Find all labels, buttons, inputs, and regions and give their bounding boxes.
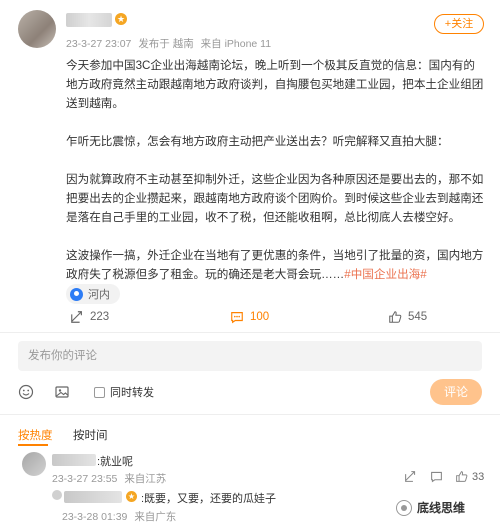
tab-by-time[interactable]: 按时间 xyxy=(73,427,108,443)
sub-comment-text: :既要，又要，还要的瓜娃子 xyxy=(141,493,277,505)
post-time[interactable]: 23-3-27 23:07 xyxy=(66,38,131,50)
action-bar: 223 100 545 xyxy=(0,310,500,328)
repost-checkbox[interactable] xyxy=(94,386,105,398)
reply-like-count: 33 xyxy=(472,471,485,483)
divider xyxy=(0,414,500,415)
reply-comment-icon[interactable] xyxy=(430,470,443,483)
comment-text: :就业呢 xyxy=(97,456,134,468)
sub-commenter-avatar[interactable] xyxy=(52,490,62,500)
comment-input[interactable] xyxy=(18,341,482,371)
emoji-icon[interactable] xyxy=(18,384,34,400)
comment-count: 100 xyxy=(250,311,270,323)
sub-comment-time: 23-3-28 01:39 xyxy=(62,511,128,523)
tab-by-hot[interactable]: 按热度 xyxy=(18,427,53,443)
post-meta: 23-3-27 23:07 发布于 越南 来自 iPhone 11 xyxy=(66,36,275,51)
repost-also-label: 同时转发 xyxy=(110,387,154,399)
post-location-meta: 发布于 越南 xyxy=(138,38,194,50)
commenter-name-blurred[interactable] xyxy=(52,454,96,466)
reply-repost-icon[interactable] xyxy=(404,470,417,483)
comment-meta: 23-3-27 23:55 来自江苏 xyxy=(52,471,170,486)
comment-button[interactable]: 100 xyxy=(230,310,269,324)
repost-count: 223 xyxy=(90,311,110,323)
author-avatar[interactable] xyxy=(18,10,56,48)
divider xyxy=(0,332,500,333)
post-paragraph: 乍听无比震惊，怎会有地方政府主动把产业送出去？听完解释又直拍大腿： xyxy=(66,135,449,148)
post-paragraph: 这波操作一搞，外迁企业在当地有了更优惠的条件，当地引了批量的资，国内地方政府失了… xyxy=(66,246,484,284)
post-paragraph: 今天参加中国3C企业出海越南论坛，晚上听到一个极其反直觉的信息：国内有的地方政府… xyxy=(66,59,484,110)
watermark: 底线思维 xyxy=(396,499,465,516)
vip-badge-icon: ★ xyxy=(115,13,127,25)
watermark-text: 底线思维 xyxy=(417,501,466,515)
thumbs-up-icon xyxy=(389,311,402,323)
post-paragraph: 因为就算政府不主动甚至抑制外迁，这些企业因为各种原因还是要出去的，那不如把要出去… xyxy=(66,173,484,224)
sub-commenter-vip-icon: ★ xyxy=(126,491,137,502)
comment-time: 23-3-27 23:55 xyxy=(52,473,118,485)
post-content: 今天参加中国3C企业出海越南论坛，晚上听到一个极其反直觉的信息：国内有的地方政府… xyxy=(66,56,484,284)
repost-also-toggle[interactable]: 同时转发 xyxy=(94,384,154,400)
reply-like-icon[interactable] xyxy=(455,470,468,483)
post-device: 来自 iPhone 11 xyxy=(200,38,272,50)
repost-button[interactable]: 223 xyxy=(70,310,109,324)
like-count: 545 xyxy=(408,311,428,323)
repost-icon xyxy=(71,311,82,323)
commenter-avatar[interactable] xyxy=(22,452,46,476)
sub-comment-source: 来自广东 xyxy=(134,511,177,523)
author-name-blurred[interactable] xyxy=(66,13,112,27)
comment-source: 来自江苏 xyxy=(124,473,167,485)
comment-icon xyxy=(231,312,243,324)
location-tag[interactable]: 河内 xyxy=(66,284,120,304)
location-pin-icon xyxy=(70,287,83,301)
submit-comment-button[interactable]: 评论 xyxy=(430,379,482,405)
hashtag-link[interactable]: #中国企业出海# xyxy=(344,268,426,281)
sub-commenter-name-blurred[interactable] xyxy=(64,491,122,503)
image-icon[interactable] xyxy=(54,384,70,400)
active-tab-indicator xyxy=(18,444,48,446)
location-label: 河内 xyxy=(88,289,110,301)
watermark-logo-icon xyxy=(396,499,412,516)
like-button[interactable]: 545 xyxy=(388,310,427,324)
sub-comment-meta: 23-3-28 01:39 来自广东 xyxy=(62,509,180,524)
follow-button[interactable]: +关注 xyxy=(434,14,484,34)
